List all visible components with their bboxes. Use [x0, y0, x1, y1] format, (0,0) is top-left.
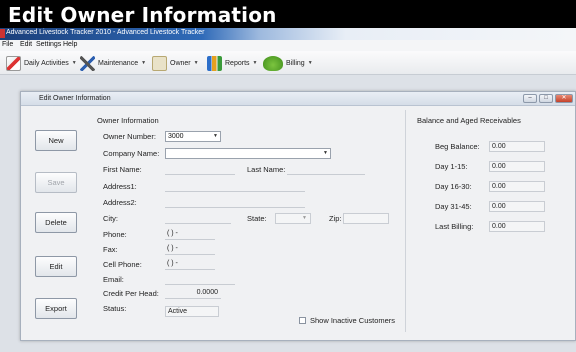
window-title-bar[interactable]: Edit Owner Information — [21, 92, 575, 106]
day-1-15-value: 0.00 — [489, 161, 545, 172]
menu-file[interactable]: File — [2, 41, 13, 48]
tools-icon — [80, 55, 95, 71]
app-icon — [0, 29, 5, 38]
first-name-field[interactable] — [165, 164, 235, 175]
last-name-field[interactable] — [287, 164, 365, 175]
menu-edit[interactable]: Edit — [20, 41, 32, 48]
menu-help[interactable]: Help — [63, 41, 77, 48]
maintenance-label: Maintenance — [98, 59, 139, 67]
billing-icon — [263, 55, 283, 71]
owner-number-label: Owner Number: — [103, 132, 156, 141]
balance-heading: Balance and Aged Receivables — [417, 116, 521, 125]
billing-label: Billing — [286, 59, 305, 67]
day-16-30-value: 0.00 — [489, 181, 545, 192]
menu-bar: File Edit Settings Help — [0, 40, 576, 51]
menu-settings[interactable]: Settings — [36, 41, 61, 48]
reports-button[interactable]: Reports ▼ — [207, 55, 257, 71]
edit-button[interactable]: Edit — [35, 256, 77, 277]
state-select[interactable]: ▼ — [275, 213, 311, 224]
close-button[interactable]: ✕ — [555, 94, 573, 103]
city-label: City: — [103, 214, 118, 223]
page-banner-title: Edit Owner Information — [0, 0, 576, 28]
state-label: State: — [247, 214, 267, 223]
chevron-down-icon: ▼ — [193, 60, 199, 66]
reports-chart-icon — [207, 55, 222, 71]
export-button[interactable]: Export — [35, 298, 77, 319]
daily-activities-label: Daily Activities — [24, 59, 69, 67]
address1-field[interactable] — [165, 181, 305, 192]
billing-button[interactable]: Billing ▼ — [263, 55, 313, 71]
section-divider — [405, 110, 406, 332]
email-field[interactable] — [165, 274, 235, 285]
owner-label: Owner — [170, 59, 191, 67]
day-16-30-label: Day 16-30: — [435, 182, 472, 191]
zip-field[interactable] — [343, 213, 389, 224]
zip-label: Zip: — [329, 214, 342, 223]
owner-information-heading: Owner Information — [97, 116, 159, 125]
credit-per-head-label: Credit Per Head: — [103, 289, 159, 298]
cell-phone-label: Cell Phone: — [103, 260, 142, 269]
first-name-label: First Name: — [103, 165, 142, 174]
chevron-down-icon: ▼ — [323, 150, 328, 156]
show-inactive-checkbox[interactable] — [299, 317, 306, 324]
last-billing-label: Last Billing: — [435, 222, 474, 231]
owner-number-select[interactable]: 3000 ▼ — [165, 131, 221, 142]
edit-owner-window: Edit Owner Information – □ ✕ New Save De… — [20, 91, 576, 341]
chevron-down-icon: ▼ — [307, 60, 313, 66]
minimize-button[interactable]: – — [523, 94, 537, 103]
window-title: Edit Owner Information — [39, 95, 111, 102]
last-name-label: Last Name: — [247, 165, 286, 174]
app-title-bar: Advanced Livestock Tracker 2010 - Advanc… — [0, 28, 576, 40]
show-inactive-label: Show Inactive Customers — [310, 316, 396, 325]
daily-activities-button[interactable]: Daily Activities ▼ — [6, 55, 77, 71]
beg-balance-value: 0.00 — [489, 141, 545, 152]
chevron-down-icon: ▼ — [252, 60, 258, 66]
fax-field[interactable]: ( ) - — [165, 244, 215, 255]
desktop-area: Edit Owner Information – □ ✕ New Save De… — [0, 75, 576, 352]
maximize-button[interactable]: □ — [539, 94, 553, 103]
company-name-label: Company Name: — [103, 149, 160, 158]
last-billing-value: 0.00 — [489, 221, 545, 232]
email-label: Email: — [103, 275, 124, 284]
calendar-icon — [6, 55, 21, 71]
maintenance-button[interactable]: Maintenance ▼ — [80, 55, 146, 71]
address1-label: Address1: — [103, 182, 137, 191]
app-title: Advanced Livestock Tracker 2010 - Advanc… — [6, 29, 205, 36]
city-field[interactable] — [165, 213, 231, 224]
chevron-down-icon: ▼ — [302, 215, 307, 221]
beg-balance-label: Beg Balance: — [435, 142, 480, 151]
fax-label: Fax: — [103, 245, 118, 254]
delete-button[interactable]: Delete — [35, 212, 77, 233]
phone-field[interactable]: ( ) - — [165, 229, 215, 240]
new-button[interactable]: New — [35, 130, 77, 151]
chevron-down-icon: ▼ — [141, 60, 147, 66]
day-31-45-value: 0.00 — [489, 201, 545, 212]
company-name-select[interactable]: ▼ — [165, 148, 331, 159]
credit-per-head-field[interactable]: 0.0000 — [165, 288, 221, 299]
chevron-down-icon: ▼ — [71, 60, 77, 66]
owner-number-value: 3000 — [168, 133, 184, 140]
toolbar: Daily Activities ▼ Maintenance ▼ Owner ▼… — [0, 51, 576, 75]
save-button[interactable]: Save — [35, 172, 77, 193]
day-1-15-label: Day 1-15: — [435, 162, 468, 171]
status-label: Status: — [103, 304, 127, 313]
status-field[interactable]: Active — [165, 306, 219, 317]
address2-field[interactable] — [165, 197, 305, 208]
reports-label: Reports — [225, 59, 250, 67]
cell-phone-field[interactable]: ( ) - — [165, 259, 215, 270]
owner-card-icon — [152, 55, 167, 71]
phone-label: Phone: — [103, 230, 127, 239]
chevron-down-icon: ▼ — [213, 133, 218, 139]
owner-button[interactable]: Owner ▼ — [152, 55, 199, 71]
day-31-45-label: Day 31-45: — [435, 202, 472, 211]
address2-label: Address2: — [103, 198, 137, 207]
